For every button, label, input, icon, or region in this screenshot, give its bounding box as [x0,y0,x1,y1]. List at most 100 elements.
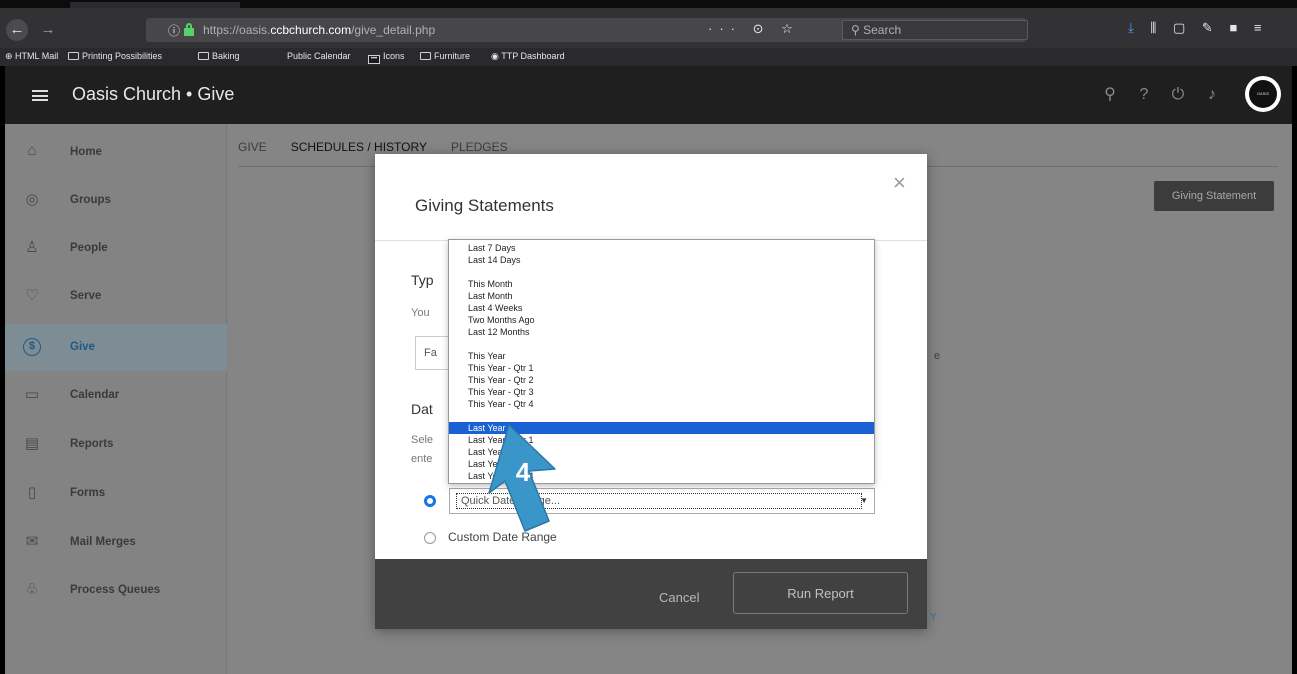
sidebar-toggle-icon[interactable]: ▢ [1173,20,1185,36]
dollar-icon: $ [23,338,41,356]
giving-statement-button[interactable]: Giving Statement [1154,181,1274,211]
account-icon[interactable]: ■ [1229,20,1237,35]
folder-icon [198,52,209,60]
bookmark-baking[interactable]: Baking [198,51,240,61]
bookmark-furniture[interactable]: Furniture [420,51,470,61]
tab-strip [0,0,1297,8]
url-bar[interactable]: ⓘ https://oasis.ccbchurch.com/give_detai… [146,18,1028,42]
site-info-icon[interactable]: ⓘ [168,22,180,39]
option-last-12-months[interactable]: Last 12 Months [449,326,874,338]
clipboard-icon: ▯ [27,484,37,501]
tab-pledges[interactable]: PLEDGES [451,140,508,154]
option-this-year-qtr-2[interactable]: This Year - Qtr 2 [449,374,874,386]
people-icon: ♙ [25,239,39,256]
option-this-year-qtr-3[interactable]: This Year - Qtr 3 [449,386,874,398]
sidebar-item-serve[interactable]: ♡ Serve [5,273,227,320]
quick-date-radio[interactable] [424,495,436,507]
browser-toolbar: ← → ⓘ https://oasis.ccbchurch.com/give_d… [0,8,1297,48]
app-title: Oasis Church • Give [72,84,235,104]
extension-icon[interactable]: ✎ [1202,20,1213,36]
option-this-year[interactable]: This Year [449,350,874,362]
url-path: /give_detail.php [351,23,436,37]
sidebar-item-forms[interactable]: ▯ Forms [5,470,227,517]
bell-icon[interactable]: ♪ [1195,86,1229,104]
option-separator [449,338,874,350]
step-number: 4 [515,457,531,487]
dots-icon: ••• [368,55,380,64]
option-last-4-weeks[interactable]: Last 4 Weeks [449,302,874,314]
back-button[interactable]: ← [6,19,28,41]
sidebar-item-groups[interactable]: ◎ Groups [5,177,227,224]
sidebar-item-home[interactable]: ⌂ Home [5,129,227,176]
sidebar-item-process-queues[interactable]: ♧ Process Queues [5,567,227,614]
option-this-month[interactable]: This Month [449,278,874,290]
page-actions-icons[interactable]: ··· ⊙ ☆ [708,21,800,37]
chevron-down-icon: ▼ [860,496,868,505]
search-icon[interactable]: ⚲ [1093,84,1127,104]
bookmark-printing-possibilities[interactable]: Printing Possibilities [68,51,162,61]
sidebar-item-calendar[interactable]: ▭ Calendar [5,372,227,419]
folder-icon [420,52,431,60]
dashboard-icon: ◉ [491,51,502,61]
menu-icon[interactable]: ≡ [1254,20,1262,35]
url-text[interactable]: https://oasis.ccbchurch.com/give_detail.… [203,23,435,37]
close-icon[interactable]: × [893,172,906,194]
statement-type-heading: Typ [411,272,434,288]
option-last-7-days[interactable]: Last 7 Days [449,242,874,254]
obscured-text-fragment: e [934,350,941,362]
process-queues-icon: ♧ [25,581,39,598]
groups-icon: ◎ [25,191,39,208]
date-range-heading: Dat [411,401,433,417]
tab-schedules-history[interactable]: SCHEDULES / HISTORY [291,140,427,154]
home-icon: ⌂ [27,142,37,159]
browser-search-input[interactable]: ⚲ Search [842,20,1028,40]
option-separator [449,410,874,422]
reports-icon: ▤ [24,435,40,452]
date-range-help-line2: ente [411,453,433,465]
statement-type-help: You [411,307,430,319]
sidebar: ⌂ Home ◎ Groups ♙ People ♡ Serve $ Give ▭ Cale… [5,124,227,674]
date-range-help-line1: Sele [411,434,434,446]
header-icons: ⚲? ⏻ ♪ [1093,84,1229,104]
help-icon[interactable]: ? [1127,86,1161,104]
option-two-months-ago[interactable]: Two Months Ago [449,314,874,326]
download-icon[interactable]: ⤓ [1128,20,1134,36]
forward-button[interactable]: → [38,19,58,41]
mail-icon: ✉ [25,533,39,550]
power-icon[interactable]: ⏻ [1161,86,1195,104]
modal-footer: Cancel Run Report [375,559,927,629]
search-icon: ⚲ [851,23,864,37]
tab-give[interactable]: GIVE [238,140,267,154]
option-separator [449,266,874,278]
sidebar-item-mail-merges[interactable]: ✉ Mail Merges [5,519,227,566]
bookmark-html-mail[interactable]: ⊕ HTML Mail [5,51,58,62]
cancel-button[interactable]: Cancel [659,590,699,605]
sidebar-item-people[interactable]: ♙ People [5,225,227,272]
sidebar-item-reports[interactable]: ▤ Reports [5,421,227,468]
bookmark-public-calendar[interactable]: Public Calendar [287,51,351,61]
statement-type-value: Fa [424,347,437,359]
sidebar-item-give[interactable]: $ Give [5,324,227,371]
church-logo[interactable]: OASIS [1245,76,1281,112]
folder-icon [68,52,79,60]
lock-icon [184,23,194,36]
modal-title: Giving Statements [415,196,554,215]
toolbar-icons: ⤓ ⫼ ▢ ✎ ■ ≡ [1128,20,1275,36]
option-last-month[interactable]: Last Month [449,290,874,302]
bookmarks-bar: ⊕ HTML Mail Printing Possibilities Bakin… [0,48,1297,66]
bookmark-ttp-dashboard[interactable]: ◉ TTP Dashboard [491,51,565,62]
option-this-year-qtr-1[interactable]: This Year - Qtr 1 [449,362,874,374]
option-this-year-qtr-4[interactable]: This Year - Qtr 4 [449,398,874,410]
calendar-icon: ▭ [24,386,40,403]
hamburger-menu-icon[interactable] [32,90,48,101]
globe-icon: ⊕ [5,51,16,61]
page-tabs: GIVE SCHEDULES / HISTORY PLEDGES [238,140,532,154]
option-last-14-days[interactable]: Last 14 Days [449,254,874,266]
library-icon[interactable]: ⫼ [1150,20,1156,36]
custom-date-radio[interactable] [424,532,436,544]
search-placeholder: Search [863,23,902,37]
heart-icon: ♡ [25,287,39,304]
run-report-button[interactable]: Run Report [733,572,908,614]
bookmark-icons[interactable]: ••• Icons [368,51,405,64]
url-domain: ccbchurch.com [270,23,352,37]
